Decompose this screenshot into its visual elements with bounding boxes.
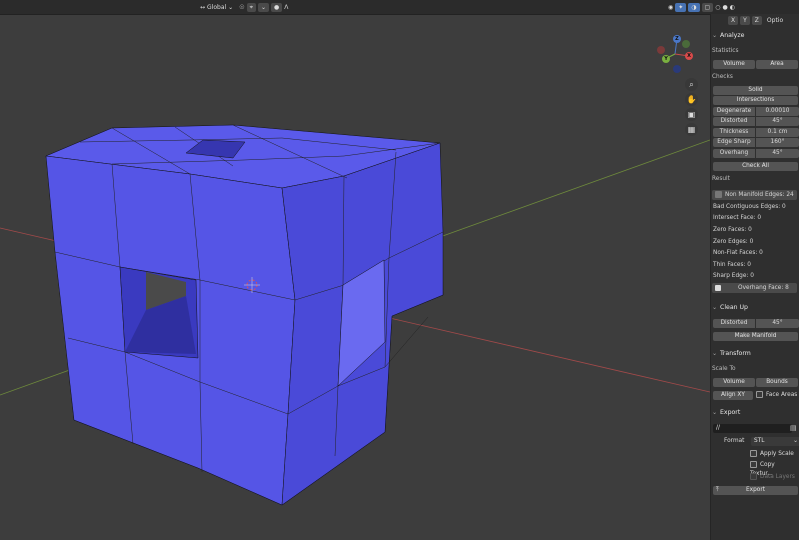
- transform-orientation-icon: ↔: [200, 3, 206, 11]
- checkbox-icon[interactable]: [756, 391, 763, 398]
- chevron-down-icon: ⌄: [228, 3, 234, 11]
- material-shading-icon[interactable]: ◐: [730, 4, 735, 11]
- face-areas-checkbox[interactable]: Face Areas: [756, 391, 798, 400]
- orientation-dropdown[interactable]: Global: [207, 4, 226, 11]
- axis-toggle-x[interactable]: X: [728, 16, 739, 25]
- result-bad-contiguous: Bad Contiguous Edges: 0: [713, 204, 786, 210]
- result-non-manifold[interactable]: Non Manifold Edges: 24: [712, 190, 797, 200]
- result-thin-faces: Thin Faces: 0: [713, 262, 751, 268]
- solid-shading-icon[interactable]: ●: [722, 4, 727, 11]
- export-header[interactable]: ⌄ Export: [712, 408, 740, 418]
- checkbox-icon[interactable]: [750, 450, 757, 457]
- chevron-down-icon: ⌄: [712, 32, 718, 39]
- gizmo-y-icon[interactable]: Y: [662, 55, 670, 63]
- checkbox-icon: [750, 473, 757, 480]
- proportional-falloff-icon[interactable]: Λ: [284, 4, 288, 11]
- axis-toggle-z[interactable]: Z: [751, 16, 762, 25]
- hand-pan-icon[interactable]: ✋: [685, 93, 698, 106]
- checkbox-icon[interactable]: [750, 461, 757, 468]
- viewport-canvas[interactable]: [0, 0, 710, 540]
- wireframe-shading-icon[interactable]: ○: [715, 4, 720, 11]
- area-button[interactable]: Area: [756, 60, 798, 69]
- analyze-header[interactable]: ⌄ Analyze: [712, 31, 744, 41]
- result-label: Result: [712, 176, 730, 182]
- scale-volume-button[interactable]: Volume: [713, 378, 755, 387]
- overlay-toggle[interactable]: ◑: [688, 2, 700, 12]
- result-zero-faces: Zero Faces: 0: [713, 227, 752, 233]
- result-non-flat-faces: Non-Flat Faces: 0: [713, 250, 763, 256]
- xray-toggle[interactable]: ▢: [701, 2, 714, 12]
- result-intersect-face: Intersect Face: 0: [713, 215, 762, 221]
- viewport-header: ↔ Global ⌄ ☉ ⌖ ⌄ ● Λ ◉ ✦ ◑ ▢ ○ ● ◐: [0, 0, 799, 15]
- result-overhang-face[interactable]: Overhang Face: 8: [712, 283, 797, 293]
- volume-button[interactable]: Volume: [713, 60, 755, 69]
- scale-bounds-button[interactable]: Bounds: [756, 378, 798, 387]
- apply-scale-checkbox[interactable]: Apply Scale: [750, 450, 794, 459]
- scale-to-label: Scale To: [712, 366, 736, 372]
- gizmo-neg-z-icon[interactable]: [673, 65, 681, 73]
- pivot-icon[interactable]: ☉: [239, 4, 244, 11]
- distorted-field[interactable]: Distorted 45°: [713, 117, 799, 126]
- chevron-down-icon: ⌄: [712, 304, 718, 311]
- statistics-label: Statistics: [712, 48, 739, 54]
- chevron-down-icon: ⌄: [712, 350, 718, 357]
- snap-dropdown[interactable]: ⌄: [257, 2, 270, 12]
- cleanup-header[interactable]: ⌄ Clean Up: [712, 303, 748, 313]
- gizmo-neg-x-icon[interactable]: [657, 46, 665, 54]
- options-dropdown[interactable]: Optio: [764, 16, 786, 25]
- thickness-field[interactable]: Thickness 0.1 cm: [713, 128, 799, 137]
- gizmo-z-icon[interactable]: Z: [673, 35, 681, 43]
- zoom-icon[interactable]: ⌕: [685, 78, 698, 91]
- solid-button[interactable]: Solid: [713, 86, 798, 95]
- mesh-cube[interactable]: [45, 124, 444, 506]
- export-icon: ⤒: [716, 487, 719, 493]
- gizmo-x-icon[interactable]: X: [685, 52, 693, 60]
- 3d-viewport[interactable]: Z X Y ⌕ ✋ ▣ ▦: [0, 0, 710, 540]
- check-all-button[interactable]: Check All: [713, 162, 798, 171]
- transform-header[interactable]: ⌄ Transform: [712, 349, 751, 359]
- result-zero-edges: Zero Edges: 0: [713, 239, 754, 245]
- navigation-gizmo[interactable]: Z X Y: [656, 34, 694, 74]
- mirror-axis-bar: X Y Z Optio: [728, 16, 786, 25]
- cleanup-distorted-field[interactable]: Distorted 45°: [713, 319, 799, 328]
- degenerate-field[interactable]: Degenerate 0.00010: [713, 107, 799, 116]
- chevron-down-icon: ⌄: [793, 438, 798, 444]
- format-dropdown[interactable]: STL ⌄: [751, 437, 799, 446]
- align-xy-button[interactable]: Align XY: [713, 391, 753, 400]
- chevron-down-icon: ⌄: [712, 409, 718, 416]
- camera-icon[interactable]: ▣: [685, 108, 698, 121]
- edge-sharp-field[interactable]: Edge Sharp 160°: [713, 138, 799, 147]
- grid-perspective-icon[interactable]: ▦: [685, 123, 698, 136]
- visibility-icon[interactable]: ◉: [668, 4, 673, 11]
- export-button[interactable]: ⤒ Export: [713, 486, 798, 495]
- select-icon: [715, 284, 721, 291]
- result-sharp-edge: Sharp Edge: 0: [713, 273, 754, 279]
- snap-toggle[interactable]: ⌖: [246, 2, 256, 12]
- gizmo-neg-y-icon[interactable]: [682, 40, 690, 48]
- select-icon: [715, 191, 722, 198]
- data-layers-checkbox: Data Layers: [750, 473, 795, 482]
- overhang-field[interactable]: Overhang 45°: [713, 149, 799, 158]
- proportional-edit-toggle[interactable]: ●: [271, 2, 283, 12]
- export-path-input[interactable]: //: [713, 424, 792, 433]
- copy-textures-checkbox[interactable]: Copy Textur...: [750, 461, 799, 477]
- folder-icon[interactable]: ▤: [790, 424, 797, 432]
- checks-label: Checks: [712, 74, 733, 80]
- format-label: Format: [724, 438, 745, 444]
- make-manifold-button[interactable]: Make Manifold: [713, 332, 798, 341]
- gizmo-toggle[interactable]: ✦: [675, 2, 687, 12]
- intersections-button[interactable]: Intersections: [713, 96, 798, 105]
- axis-toggle-y[interactable]: Y: [740, 16, 750, 25]
